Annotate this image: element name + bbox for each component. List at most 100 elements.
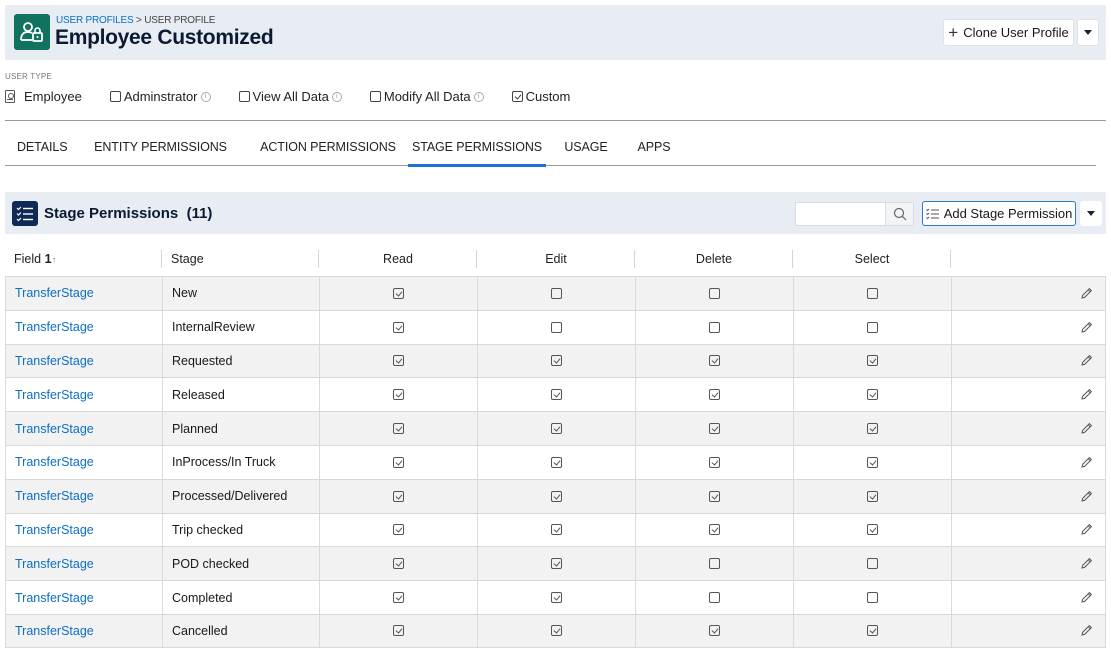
delete-checkbox[interactable]	[709, 389, 720, 401]
field-link[interactable]: TransferStage	[15, 557, 94, 571]
breadcrumb-user-profiles[interactable]: USER PROFILES	[56, 15, 134, 26]
field-link[interactable]: TransferStage	[15, 624, 94, 638]
edit-checkbox[interactable]	[551, 592, 562, 604]
select-checkbox[interactable]	[867, 456, 878, 468]
pencil-icon[interactable]	[1080, 354, 1093, 367]
select-checkbox[interactable]	[867, 558, 878, 570]
pencil-icon[interactable]	[1080, 624, 1093, 637]
field-link[interactable]: TransferStage	[15, 320, 94, 334]
tab-entity-permissions[interactable]: ENTITY PERMISSIONS	[73, 130, 248, 166]
delete-checkbox[interactable]	[709, 355, 720, 367]
view-all-data-checkbox[interactable]	[238, 91, 250, 102]
tab-usage[interactable]: USAGE	[546, 130, 626, 166]
administrator-label: Adminstrator	[123, 89, 198, 104]
pencil-icon[interactable]	[1080, 557, 1093, 570]
column-header-read[interactable]: Read	[319, 242, 477, 276]
pencil-icon[interactable]	[1080, 388, 1093, 401]
tab-stage-permissions[interactable]: STAGE PERMISSIONS	[408, 130, 546, 167]
info-icon[interactable]: i	[331, 91, 342, 102]
field-link[interactable]: TransferStage	[15, 354, 94, 368]
read-checkbox[interactable]	[393, 321, 404, 333]
edit-checkbox[interactable]	[551, 558, 562, 570]
select-checkbox[interactable]	[867, 625, 878, 637]
delete-checkbox[interactable]	[709, 592, 720, 604]
read-checkbox[interactable]	[393, 490, 404, 502]
pencil-icon[interactable]	[1080, 422, 1093, 435]
select-checkbox[interactable]	[867, 389, 878, 401]
select-checkbox[interactable]	[867, 355, 878, 367]
cell-stage: Cancelled	[162, 614, 319, 647]
read-checkbox[interactable]	[393, 287, 404, 299]
tab-apps[interactable]: APPS	[626, 130, 682, 166]
edit-checkbox[interactable]	[551, 287, 562, 299]
select-checkbox[interactable]	[867, 321, 878, 333]
field-link[interactable]: TransferStage	[15, 422, 94, 436]
read-checkbox[interactable]	[393, 389, 404, 401]
pencil-icon[interactable]	[1080, 490, 1093, 503]
add-stage-permission-button[interactable]: Add Stage Permission	[922, 201, 1076, 226]
read-checkbox[interactable]	[393, 524, 404, 536]
read-checkbox[interactable]	[393, 355, 404, 367]
read-checkbox[interactable]	[393, 592, 404, 604]
table-row: TransferStage Planned	[5, 411, 1106, 445]
select-checkbox[interactable]	[867, 524, 878, 536]
delete-checkbox[interactable]	[709, 625, 720, 637]
field-link[interactable]: TransferStage	[15, 591, 94, 605]
cell-actions	[951, 513, 1106, 547]
edit-checkbox[interactable]	[551, 490, 562, 502]
column-header-stage[interactable]: Stage	[162, 242, 319, 276]
delete-checkbox[interactable]	[709, 558, 720, 570]
search-input[interactable]	[796, 203, 886, 225]
info-icon[interactable]: i	[473, 91, 484, 102]
tab-action-permissions[interactable]: ACTION PERMISSIONS	[248, 130, 408, 166]
tab-details[interactable]: DETAILS	[5, 130, 73, 166]
pencil-icon[interactable]	[1080, 523, 1093, 536]
info-icon[interactable]: i	[200, 91, 211, 102]
delete-checkbox[interactable]	[709, 524, 720, 536]
select-checkbox[interactable]	[867, 287, 878, 299]
read-checkbox[interactable]	[393, 456, 404, 468]
cell-stage: InternalReview	[162, 310, 319, 344]
edit-checkbox[interactable]	[551, 456, 562, 468]
search-button[interactable]	[885, 203, 913, 225]
edit-checkbox[interactable]	[551, 423, 562, 435]
cell-select	[793, 479, 951, 513]
administrator-checkbox[interactable]	[109, 91, 121, 102]
section-actions-dropdown-button[interactable]	[1080, 201, 1102, 226]
field-link[interactable]: TransferStage	[15, 388, 94, 402]
delete-checkbox[interactable]	[709, 287, 720, 299]
select-checkbox[interactable]	[867, 490, 878, 502]
field-link[interactable]: TransferStage	[15, 489, 94, 503]
delete-checkbox[interactable]	[709, 490, 720, 502]
pencil-icon[interactable]	[1080, 287, 1093, 300]
read-checkbox[interactable]	[393, 423, 404, 435]
delete-checkbox[interactable]	[709, 456, 720, 468]
user-type-value: Employee	[5, 89, 82, 104]
edit-checkbox[interactable]	[551, 321, 562, 333]
column-header-delete[interactable]: Delete	[635, 242, 793, 276]
clone-user-profile-button[interactable]: + Clone User Profile	[943, 19, 1074, 46]
field-link[interactable]: TransferStage	[15, 286, 94, 300]
custom-checkbox[interactable]	[511, 91, 523, 102]
field-link[interactable]: TransferStage	[15, 455, 94, 469]
section-title: Stage Permissions (11)	[44, 205, 212, 222]
read-checkbox[interactable]	[393, 625, 404, 637]
select-checkbox[interactable]	[867, 423, 878, 435]
delete-checkbox[interactable]	[709, 321, 720, 333]
pencil-icon[interactable]	[1080, 591, 1093, 604]
read-checkbox[interactable]	[393, 558, 404, 570]
field-link[interactable]: TransferStage	[15, 523, 94, 537]
pencil-icon[interactable]	[1080, 321, 1093, 334]
edit-checkbox[interactable]	[551, 524, 562, 536]
header-actions-dropdown-button[interactable]	[1077, 19, 1099, 46]
column-header-select[interactable]: Select	[793, 242, 951, 276]
edit-checkbox[interactable]	[551, 389, 562, 401]
pencil-icon[interactable]	[1080, 456, 1093, 469]
edit-checkbox[interactable]	[551, 355, 562, 367]
delete-checkbox[interactable]	[709, 423, 720, 435]
edit-checkbox[interactable]	[551, 625, 562, 637]
select-checkbox[interactable]	[867, 592, 878, 604]
column-header-edit[interactable]: Edit	[477, 242, 635, 276]
column-header-field[interactable]: Field 1↑	[5, 242, 162, 276]
modify-all-data-checkbox[interactable]	[369, 91, 381, 102]
